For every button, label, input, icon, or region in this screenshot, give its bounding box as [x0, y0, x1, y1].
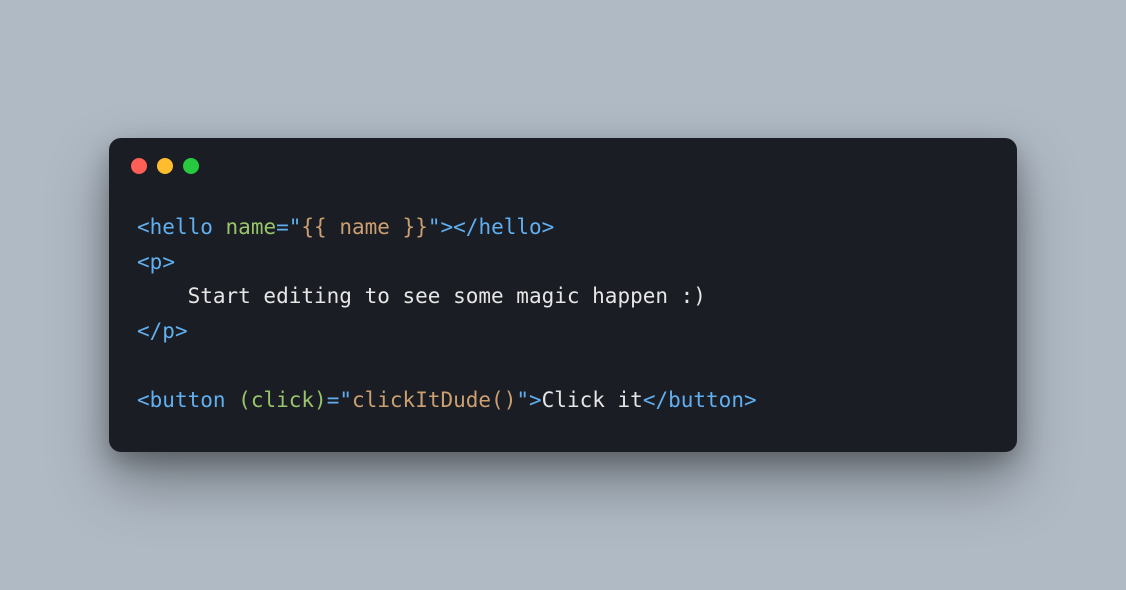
close-icon[interactable]: [131, 158, 147, 174]
text-content: Click it: [542, 388, 643, 412]
punct: >: [744, 388, 757, 412]
space: [226, 388, 239, 412]
punct: ">: [428, 215, 453, 239]
indent: [137, 284, 188, 308]
code-block[interactable]: <hello name="{{ name }}"></hello> <p> St…: [109, 182, 1017, 452]
code-line-5: <button (click)="clickItDude()">Click it…: [137, 388, 757, 412]
punct: =": [276, 215, 301, 239]
punct: >: [162, 250, 175, 274]
punct: <: [137, 250, 150, 274]
tag-name: hello: [150, 215, 213, 239]
maximize-icon[interactable]: [183, 158, 199, 174]
attr-value: clickItDude(): [352, 388, 516, 412]
code-line-1: <hello name="{{ name }}"></hello>: [137, 215, 554, 239]
tag-name: button: [668, 388, 744, 412]
punct: </: [137, 319, 162, 343]
minimize-icon[interactable]: [157, 158, 173, 174]
attr-value: {{ name }}: [301, 215, 427, 239]
attr-name: name: [226, 215, 277, 239]
code-line-4: </p>: [137, 319, 188, 343]
code-line-2: <p>: [137, 250, 175, 274]
punct: ">: [516, 388, 541, 412]
punct: >: [175, 319, 188, 343]
space: [213, 215, 226, 239]
punct: >: [542, 215, 555, 239]
punct: <: [137, 215, 150, 239]
attr-name: (click): [238, 388, 327, 412]
tag-name: p: [150, 250, 163, 274]
tag-name: p: [162, 319, 175, 343]
punct: </: [453, 215, 478, 239]
code-window: <hello name="{{ name }}"></hello> <p> St…: [109, 138, 1017, 452]
punct: =": [327, 388, 352, 412]
code-line-3: Start editing to see some magic happen :…: [137, 284, 706, 308]
punct: </: [643, 388, 668, 412]
tag-name: button: [150, 388, 226, 412]
text-content: Start editing to see some magic happen :…: [188, 284, 706, 308]
punct: <: [137, 388, 150, 412]
tag-name: hello: [478, 215, 541, 239]
window-titlebar: [109, 138, 1017, 182]
